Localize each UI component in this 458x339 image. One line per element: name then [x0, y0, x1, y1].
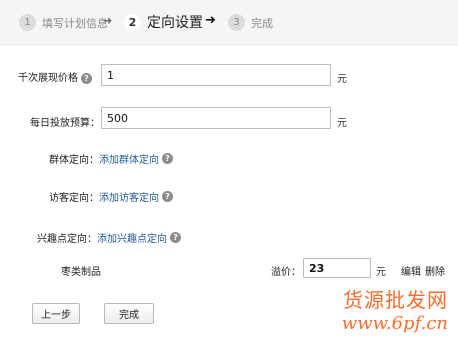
step-3: 3 完成 [228, 14, 273, 31]
add-interest-targeting-link[interactable]: 添加兴趣点定向 [97, 230, 167, 245]
step-1: 1 填写计划信息 [19, 14, 108, 31]
help-icon[interactable]: ? [170, 232, 181, 243]
group-targeting-row: 群体定向： 添加群体定向 ? [49, 151, 173, 166]
watermark-url: www.6pf.cn [341, 313, 448, 334]
interest-targeting-label: 兴趣点定向： [37, 234, 97, 245]
visitor-targeting-label: 访客定向： [49, 193, 99, 204]
visitor-targeting-row: 访客定向： 添加访客定向 ? [49, 189, 173, 204]
premium-input[interactable]: 23 [303, 258, 371, 278]
help-icon[interactable]: ? [162, 153, 173, 164]
add-group-targeting-link[interactable]: 添加群体定向 [99, 151, 159, 166]
delete-link[interactable]: 删除 [425, 263, 445, 278]
cpm-price-label: 千次展现价格? [18, 69, 92, 84]
previous-step-button[interactable]: 上一步 [32, 303, 80, 324]
daily-budget-label: 每日投放预算： [30, 118, 100, 129]
cpm-price-unit: 元 [337, 74, 347, 85]
premium-label: 溢价： [271, 267, 301, 278]
step-1-label: 填写计划信息 [42, 16, 108, 30]
help-icon[interactable]: ? [162, 191, 173, 202]
watermark: 货源批发网 www.6pf.cn [342, 284, 448, 334]
step-bar: 1 填写计划信息 ➜ 2 定向设置 ➜ 3 完成 [0, 0, 458, 45]
finish-button[interactable]: 完成 [104, 303, 154, 324]
arrow-right-icon: ➜ [103, 14, 113, 27]
step-2-label: 定向设置 [147, 15, 203, 31]
add-visitor-targeting-link[interactable]: 添加访客定向 [99, 189, 159, 204]
premium-unit: 元 [376, 267, 386, 278]
step-2: 2 定向设置 [124, 12, 203, 32]
step-3-number: 3 [228, 14, 245, 31]
help-icon[interactable]: ? [81, 72, 92, 84]
group-targeting-label: 群体定向： [49, 155, 99, 166]
interest-targeting-row: 兴趣点定向： 添加兴趣点定向 ? [37, 230, 181, 245]
daily-budget-input[interactable]: 500 [101, 107, 331, 129]
arrow-right-icon: ➜ [205, 13, 216, 28]
step-2-number: 2 [124, 13, 141, 31]
interest-item-name: 枣类制品 [61, 267, 101, 278]
daily-budget-unit: 元 [337, 118, 347, 129]
edit-link[interactable]: 编辑 [401, 263, 421, 278]
watermark-title: 货源批发网 [343, 288, 448, 312]
step-1-number: 1 [19, 14, 36, 31]
step-3-label: 完成 [251, 16, 273, 30]
cpm-price-input[interactable]: 1 [101, 64, 331, 86]
